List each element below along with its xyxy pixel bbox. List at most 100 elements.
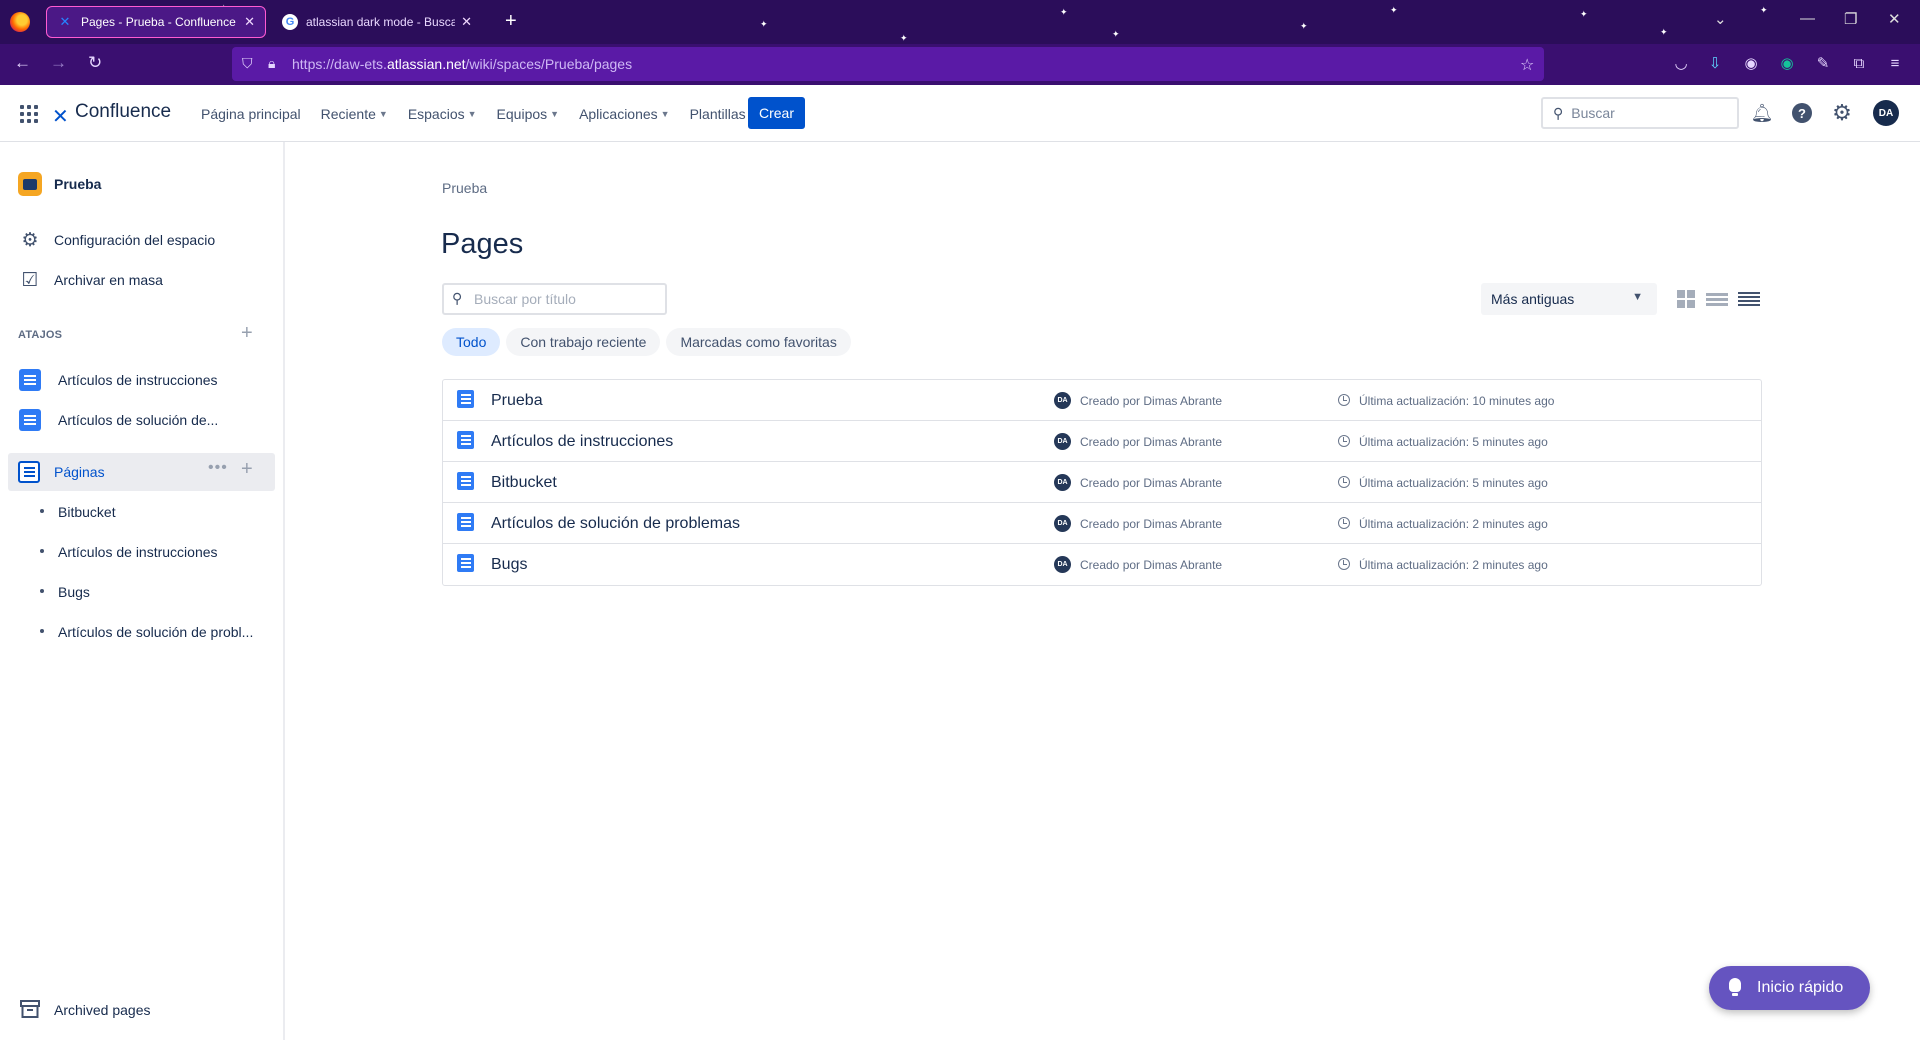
list-view-icon[interactable] xyxy=(1706,288,1728,310)
quickstart-button[interactable]: Inicio rápido xyxy=(1709,966,1870,1010)
page-tree-label: Artículos de solución de probl... xyxy=(58,624,254,640)
lock-icon[interactable]: 🔒︎ xyxy=(268,55,275,72)
page-title-link[interactable]: Artículos de instrucciones xyxy=(491,433,673,451)
bullet-icon xyxy=(40,629,44,633)
settings-gear-icon[interactable]: ⚙ xyxy=(1830,100,1854,125)
checklist-icon: ☑ xyxy=(21,269,39,291)
help-icon[interactable]: ? xyxy=(1790,101,1814,125)
space-avatar-icon[interactable] xyxy=(18,172,42,196)
table-row[interactable]: Bitbucket DA Creado por Dimas Abrante Úl… xyxy=(443,462,1761,503)
nav-label: Reciente xyxy=(320,105,376,122)
tab-google-search[interactable]: G atlassian dark mode - Buscar c ✕ xyxy=(272,6,482,38)
creator-text: Creado por Dimas Abrante xyxy=(1080,558,1223,572)
page-tree-item[interactable]: Artículos de solución de probl... xyxy=(0,617,285,647)
quickstart-label: Inicio rápido xyxy=(1757,979,1844,996)
updated-text: Última actualización: 5 minutes ago xyxy=(1359,435,1548,449)
sidebar-shortcut-item[interactable]: Artículos de instrucciones xyxy=(0,363,285,397)
sort-select[interactable]: Más antiguas ▼ xyxy=(1481,283,1657,315)
table-row[interactable]: Prueba DA Creado por Dimas Abrante Últim… xyxy=(443,380,1761,421)
sidebar-item-pages[interactable]: Páginas ••• + xyxy=(8,453,275,491)
sidebar-item-label: Artículos de solución de... xyxy=(58,412,219,428)
search-icon: ⚲ xyxy=(452,290,463,306)
nav-apps[interactable]: Aplicaciones ▼ xyxy=(579,106,670,122)
table-row[interactable]: Bugs DA Creado por Dimas Abrante Última … xyxy=(443,544,1761,585)
filter-recent-work[interactable]: Con trabajo reciente xyxy=(506,328,661,356)
table-row[interactable]: Artículos de instrucciones DA Creado por… xyxy=(443,421,1761,462)
tab-close-icon[interactable]: ✕ xyxy=(244,14,255,30)
page-doc-icon xyxy=(457,513,474,531)
chevron-down-icon: ▼ xyxy=(378,108,388,119)
notifications-bell-icon[interactable]: 🔔︎ xyxy=(1750,101,1774,125)
filter-starred[interactable]: Marcadas como favoritas xyxy=(666,328,851,356)
table-row[interactable]: Artículos de solución de problemas DA Cr… xyxy=(443,503,1761,544)
minimize-icon[interactable]: — xyxy=(1800,10,1815,27)
menu-icon[interactable]: ≡ xyxy=(1886,54,1904,72)
creator-avatar: DA xyxy=(1054,474,1071,491)
clock-icon xyxy=(1338,558,1350,570)
search-input[interactable]: ⚲ Buscar xyxy=(1541,97,1739,129)
page-title-link[interactable]: Bitbucket xyxy=(491,474,557,492)
creator-text: Creado por Dimas Abrante xyxy=(1080,435,1223,449)
sidebar-item-space-settings[interactable]: ⚙ Configuración del espacio xyxy=(0,223,285,257)
url-bar[interactable]: https://daw-ets. atlassian.net/wiki/space… xyxy=(232,47,1544,81)
page-tree-item[interactable]: Artículos de instrucciones xyxy=(0,537,285,567)
tab-list-chevron-icon[interactable]: ⌄ xyxy=(1714,10,1727,28)
page-tree-item[interactable]: Bitbucket xyxy=(0,497,285,527)
new-tab-plus-icon[interactable]: + xyxy=(505,10,517,33)
nav-home[interactable]: Página principal xyxy=(201,106,301,122)
download-icon[interactable]: ⇩ xyxy=(1706,54,1724,72)
space-name[interactable]: Prueba xyxy=(54,176,101,192)
nav-teams[interactable]: Equipos ▼ xyxy=(497,106,560,122)
firefox-icon[interactable] xyxy=(10,12,30,32)
clock-icon xyxy=(1338,517,1350,529)
title-search-input[interactable]: ⚲ Buscar por título xyxy=(442,283,667,315)
sidebar-item-bulk-archive[interactable]: ☑ Archivar en masa xyxy=(0,263,285,297)
url-host: atlassian.net xyxy=(386,56,466,72)
nav-recent[interactable]: Reciente ▼ xyxy=(321,106,388,122)
updated-text: Última actualización: 5 minutes ago xyxy=(1359,476,1548,490)
create-button[interactable]: Crear xyxy=(748,97,805,129)
grid-view-icon[interactable] xyxy=(1675,288,1697,310)
app-name[interactable]: Confluence xyxy=(75,101,171,123)
grammarly-icon[interactable]: ◉ xyxy=(1778,54,1796,72)
tab-close-icon[interactable]: ✕ xyxy=(461,14,472,30)
page-title-link[interactable]: Artículos de solución de problemas xyxy=(491,515,740,533)
page-tree-item[interactable]: Bugs xyxy=(0,577,285,607)
sidebar-item-label: Archived pages xyxy=(54,1002,151,1018)
extension-circle-icon[interactable]: ◉ xyxy=(1742,54,1760,72)
creator-text: Creado por Dimas Abrante xyxy=(1080,517,1223,531)
page-doc-icon xyxy=(457,390,474,408)
updated-text: Última actualización: 10 minutes ago xyxy=(1359,394,1555,408)
back-arrow-icon[interactable]: ← xyxy=(14,53,31,73)
forward-arrow-icon[interactable]: → xyxy=(50,53,67,73)
bookmark-star-icon[interactable]: ☆ xyxy=(1520,55,1534,75)
breadcrumb[interactable]: Prueba xyxy=(442,180,487,196)
page-title-link[interactable]: Prueba xyxy=(491,392,543,410)
page-doc-icon xyxy=(457,554,474,572)
sidebar-shortcut-item[interactable]: Artículos de solución de... xyxy=(0,403,285,437)
pocket-icon[interactable]: ◡ xyxy=(1672,54,1690,72)
confluence-logo-icon[interactable]: ✕ xyxy=(52,104,69,129)
app-switcher-icon[interactable] xyxy=(20,105,38,123)
bullet-icon xyxy=(40,509,44,513)
nav-spaces[interactable]: Espacios ▼ xyxy=(408,106,477,122)
more-actions-icon[interactable]: ••• xyxy=(208,459,228,477)
add-shortcut-plus-icon[interactable]: + xyxy=(241,322,253,345)
sidebar-item-label: Configuración del espacio xyxy=(54,232,216,248)
window-close-icon[interactable]: ✕ xyxy=(1888,10,1901,28)
add-page-plus-icon[interactable]: + xyxy=(241,458,253,481)
reload-icon[interactable]: ↻ xyxy=(88,53,102,73)
compact-list-view-icon[interactable] xyxy=(1738,288,1760,310)
extensions-puzzle-icon[interactable]: ⧉ xyxy=(1850,54,1868,72)
creator-text: Creado por Dimas Abrante xyxy=(1080,476,1223,490)
filter-all[interactable]: Todo xyxy=(442,328,501,356)
restore-icon[interactable]: ❐ xyxy=(1844,10,1857,28)
nav-templates[interactable]: Plantillas xyxy=(690,106,746,122)
user-avatar[interactable]: DA xyxy=(1873,100,1899,126)
sidebar-item-archived-pages[interactable]: Archived pages xyxy=(0,996,285,1026)
page-title-link[interactable]: Bugs xyxy=(491,556,527,574)
shield-icon[interactable]: ⛉ xyxy=(242,55,253,72)
page-title: Pages xyxy=(441,228,524,260)
tab-confluence[interactable]: ✕ Pages - Prueba - Confluence ✕ xyxy=(46,6,266,38)
pen-icon[interactable]: ✎ xyxy=(1814,54,1832,72)
